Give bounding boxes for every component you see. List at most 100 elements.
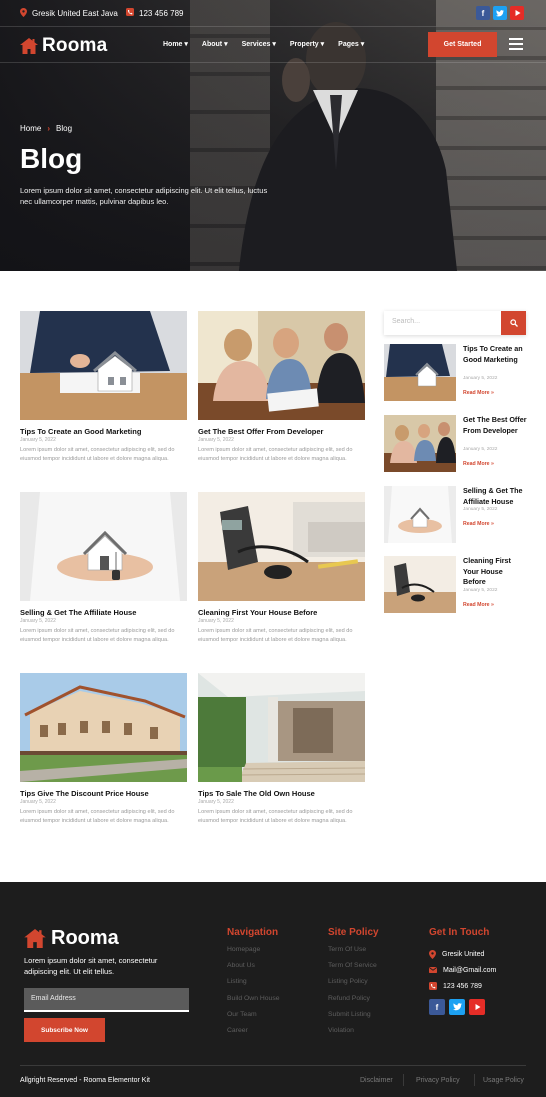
footer-link[interactable]: Listing Policy [328, 978, 379, 994]
footer-link[interactable]: Listing [227, 978, 280, 994]
footer-separator [403, 1074, 404, 1086]
footer-link[interactable]: Homepage [227, 946, 280, 962]
house-logo-icon [24, 929, 46, 948]
main-navbar: Rooma Home ▾ About ▾ Services ▾ Property… [0, 27, 546, 63]
post-excerpt: Lorem ipsum dolor sit amet, consectetur … [198, 628, 353, 643]
sidebar-post-date: January 5, 2022 [463, 588, 498, 593]
disclaimer-link[interactable]: Disclaimer [360, 1077, 393, 1084]
nav-about[interactable]: About ▾ [202, 40, 228, 48]
post-title[interactable]: Tips Give The Discount Price House [20, 789, 149, 798]
topbar-phone-text: 123 456 789 [139, 8, 184, 18]
copyright-text: Allgright Reserved - Rooma Elementor Kit [20, 1077, 150, 1084]
footer-link[interactable]: Refund Policy [328, 995, 379, 1011]
sidebar-post-image[interactable] [384, 556, 456, 613]
sidebar-post[interactable]: Selling & Get The Affiliate House Januar… [384, 486, 526, 546]
email-placeholder: Email Address [31, 995, 76, 1002]
post-excerpt: Lorem ipsum dolor sit amet, consectetur … [198, 447, 353, 462]
get-started-button[interactable]: Get Started [428, 32, 497, 57]
sidebar-post-date: January 5, 2022 [463, 507, 498, 512]
post-title[interactable]: Tips To Sale The Old Own House [198, 789, 315, 798]
footer-link[interactable]: Submit Listing [328, 1011, 379, 1027]
footer-link[interactable]: Violation [328, 1027, 379, 1043]
post-date: January 5, 2022 [198, 799, 234, 805]
post-image[interactable] [20, 311, 187, 420]
nav-property[interactable]: Property ▾ [290, 40, 324, 48]
page-title: Blog [20, 143, 83, 174]
post-image[interactable] [198, 492, 365, 601]
phone-icon [126, 8, 134, 18]
read-more-link[interactable]: Read More » [463, 390, 494, 396]
usage-policy-link[interactable]: Usage Policy [483, 1077, 524, 1084]
twitter-icon[interactable] [493, 6, 507, 20]
search-icon [509, 319, 518, 327]
footer-logo[interactable]: Rooma [24, 927, 119, 950]
post-title[interactable]: Get The Best Offer From Developer [198, 427, 323, 436]
contact-email-text[interactable]: Mail@Gmail.com [443, 967, 496, 974]
footer-link[interactable]: Our Team [227, 1011, 280, 1027]
sidebar-post[interactable]: Cleaning First Your House Before January… [384, 556, 526, 616]
search-button[interactable] [501, 311, 526, 335]
phone-icon [429, 982, 437, 990]
sidebar-post-title[interactable]: Get The Best Offer From Developer [463, 415, 527, 436]
footer-link[interactable]: Term Of Service [328, 962, 379, 978]
footer-navigation-title: Navigation [227, 927, 279, 938]
nav-services-label: Services [241, 41, 271, 48]
post-image[interactable] [20, 492, 187, 601]
post-image[interactable] [198, 673, 365, 782]
post-title[interactable]: Selling & Get The Affiliate House [20, 608, 136, 617]
menu-icon[interactable] [509, 38, 523, 50]
nav-pages-label: Pages [338, 41, 359, 48]
sidebar-post-title[interactable]: Selling & Get The Affiliate House [463, 486, 527, 507]
facebook-icon[interactable]: f [476, 6, 490, 20]
nav-home-label: Home [163, 41, 183, 48]
post-title[interactable]: Cleaning First Your House Before [198, 608, 317, 617]
footer-link[interactable]: About Us [227, 962, 280, 978]
subscribe-button[interactable]: Subscribe Now [24, 1018, 105, 1042]
facebook-icon[interactable]: f [429, 999, 445, 1015]
hero-description: Lorem ipsum dolor sit amet, consectetur … [20, 186, 268, 206]
sidebar-post-date: January 5, 2022 [463, 447, 498, 452]
nav-home[interactable]: Home ▾ [163, 40, 188, 48]
youtube-icon[interactable] [469, 999, 485, 1015]
post-date: January 5, 2022 [198, 437, 234, 443]
post-image[interactable] [20, 673, 187, 782]
sidebar-post[interactable]: Get The Best Offer From Developer Januar… [384, 415, 527, 475]
nav-about-label: About [201, 41, 223, 48]
topbar-socials: f [476, 6, 524, 20]
search-box: Search... [384, 311, 526, 335]
sidebar-post-image[interactable] [384, 344, 456, 401]
read-more-link[interactable]: Read More » [463, 461, 494, 467]
sidebar-post-title[interactable]: Tips To Create an Good Marketing [463, 344, 527, 365]
footer-link[interactable]: Build Own House [227, 995, 280, 1011]
breadcrumb: Home › Blog [20, 124, 72, 133]
search-input[interactable]: Search... [392, 318, 420, 325]
nav-services[interactable]: Services ▾ [242, 40, 276, 48]
nav-pages[interactable]: Pages ▾ [338, 40, 364, 48]
contact-location: Gresik United [429, 946, 496, 962]
sidebar-post[interactable]: Tips To Create an Good Marketing January… [384, 344, 526, 404]
sidebar-post-image[interactable] [384, 415, 456, 472]
hero-section: Gresik United East Java 123 456 789 f Ro… [0, 0, 546, 271]
breadcrumb-home[interactable]: Home [20, 124, 41, 133]
email-field[interactable]: Email Address [24, 988, 189, 1012]
topbar-location: Gresik United East Java [20, 8, 118, 19]
post-date: January 5, 2022 [20, 618, 56, 624]
post-title[interactable]: Tips To Create an Good Marketing [20, 427, 141, 436]
footer-link[interactable]: Term Of Use [328, 946, 379, 962]
logo[interactable]: Rooma [20, 35, 107, 57]
footer-logo-text: Rooma [51, 927, 119, 949]
twitter-icon[interactable] [449, 999, 465, 1015]
footer-link[interactable]: Career [227, 1027, 280, 1043]
footer-divider [20, 1065, 526, 1066]
post-image[interactable] [198, 311, 365, 420]
sidebar-post-title[interactable]: Cleaning First Your House Before [463, 556, 527, 588]
sidebar-post-image[interactable] [384, 486, 456, 543]
privacy-policy-link[interactable]: Privacy Policy [416, 1077, 460, 1084]
post-excerpt: Lorem ipsum dolor sit amet, consectetur … [20, 447, 175, 462]
map-pin-icon [429, 949, 436, 959]
read-more-link[interactable]: Read More » [463, 602, 494, 608]
read-more-link[interactable]: Read More » [463, 521, 494, 527]
footer-contact-title: Get In Touch [429, 927, 490, 938]
youtube-icon[interactable] [510, 6, 524, 20]
map-pin-icon [20, 8, 27, 19]
